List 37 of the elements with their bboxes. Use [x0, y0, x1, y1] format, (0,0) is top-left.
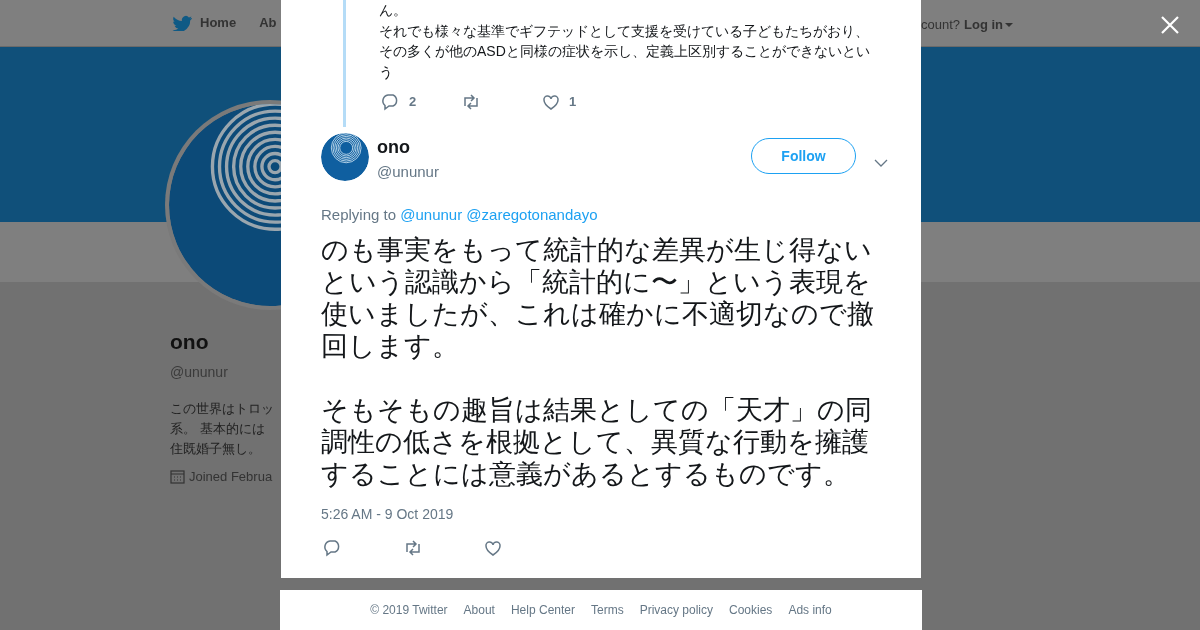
tweet-text: それでも様々な基準でギフテッドとして支援を受けている子どもたちがおり、その多くが他のASDと同様の症状を示し、定義上区別することができないという	[379, 21, 871, 82]
tweet-text: のも事実をもって統計的な差異が生じ得ないという認識から「統計的に〜」という表現を使いましたが、これは確かに不適切なので撤回します。	[321, 234, 875, 362]
like-icon	[483, 539, 503, 557]
tweet-text: そもそもの趣旨は結果としての「天才」の同調性の低さを根拠として、異質な行動を擁護することには意義があるとするものです。	[321, 394, 873, 490]
timestamp[interactable]: 5:26 AM - 9 Oct 2019	[321, 504, 891, 525]
profile-handle: @ununur	[170, 362, 228, 382]
retweet-icon	[403, 539, 423, 557]
footer-link[interactable]: © 2019 Twitter	[366, 601, 452, 619]
like-icon	[541, 92, 561, 111]
profile-name: ono	[170, 329, 209, 355]
retweet-icon	[461, 92, 481, 111]
footer-link[interactable]: Privacy policy	[635, 601, 717, 619]
follow-button[interactable]: Follow	[751, 138, 856, 174]
bird-icon[interactable]	[172, 15, 192, 31]
handle-link[interactable]: @zaregotonandayo	[466, 205, 598, 223]
login-link[interactable]: Log in	[964, 15, 1014, 35]
chevron-icon	[874, 158, 888, 167]
author-name[interactable]: ono	[377, 134, 439, 161]
account-prompt: count?	[921, 16, 961, 34]
footer-link[interactable]: Ads info	[784, 601, 836, 619]
footer-link[interactable]: Terms	[587, 601, 628, 619]
close-icon	[1160, 14, 1180, 35]
nav-link[interactable]: Home	[200, 13, 237, 33]
caret-icon	[1005, 22, 1014, 27]
footer-link[interactable]: About	[459, 601, 499, 619]
footer-link[interactable]: Cookies	[725, 601, 777, 619]
joined-date: Joined Februa	[189, 467, 273, 486]
tweet-text: ん。	[379, 1, 408, 20]
nav-link[interactable]: Ab	[259, 13, 277, 33]
author-handle[interactable]: @ununur	[377, 161, 439, 184]
profile-bio: この世界はトロッ 系。 基本的には 住既婚子無し。	[170, 399, 274, 458]
footer-link[interactable]: Help Center	[506, 601, 579, 619]
like-button[interactable]: 1	[541, 92, 621, 112]
reply-button[interactable]: 2	[381, 92, 461, 112]
handle-link[interactable]: @ununur	[400, 205, 463, 223]
replying-to: Replying to @ununur @zaregotonandayo	[321, 204, 599, 225]
calendar-icon	[170, 468, 185, 484]
